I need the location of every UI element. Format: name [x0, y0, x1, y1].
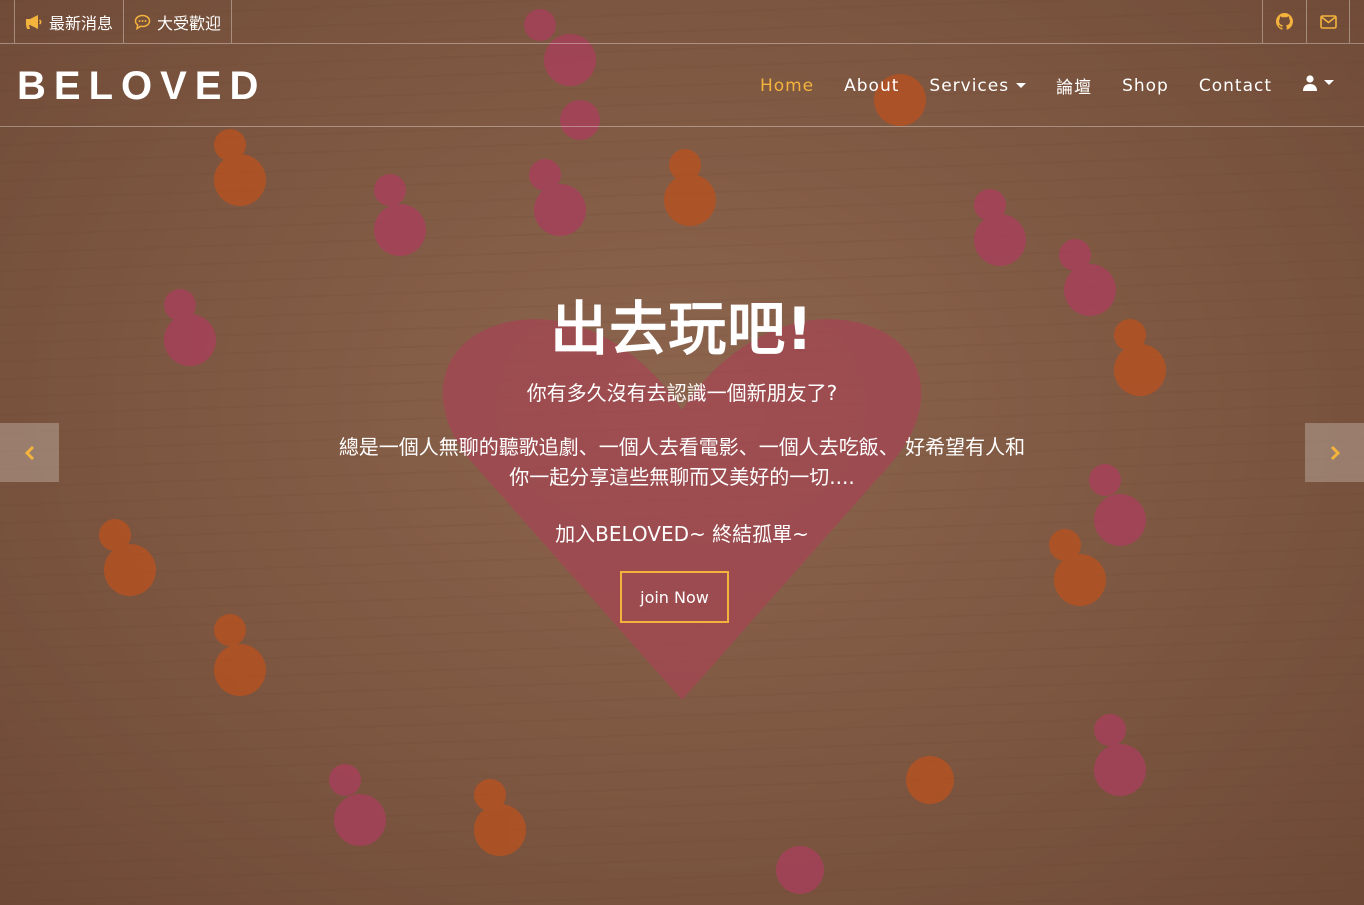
top-bar-left: 最新消息 大受歡迎 [14, 0, 233, 43]
chevron-left-icon [24, 445, 36, 461]
main-navbar: BELOVED Home About Services 論壇 Shop Cont… [0, 44, 1364, 127]
hero-tagline: 加入BELOVED~ 終結孤單~ [555, 522, 809, 546]
nav-home[interactable]: Home [760, 76, 814, 96]
nav-forum-label: 論壇 [1056, 78, 1093, 98]
carousel-prev-button[interactable] [0, 423, 59, 482]
mail-button[interactable] [1306, 0, 1350, 43]
chevron-right-icon [1329, 445, 1341, 461]
nav-contact-label: Contact [1198, 75, 1272, 96]
carousel-next-button[interactable] [1305, 423, 1364, 482]
hero-title: 出去玩吧! [550, 295, 814, 363]
latest-news-label: 最新消息 [49, 13, 114, 33]
top-bar-right [1262, 0, 1350, 43]
nav-menu: Home About Services 論壇 Shop Contact [745, 73, 1334, 98]
github-icon [1276, 13, 1293, 30]
top-bar: 最新消息 大受歡迎 [0, 0, 1364, 44]
nav-about-label: About [844, 75, 900, 96]
nav-shop-label: Shop [1122, 75, 1169, 96]
hero-description: 總是一個人無聊的聽歌追劇、一個人去看電影、一個人去吃飯、 好希望有人和你一起分享… [338, 435, 1026, 489]
github-button[interactable] [1262, 0, 1306, 43]
nav-shop[interactable]: Shop [1122, 76, 1169, 96]
megaphone-icon [25, 14, 43, 30]
brand-logo[interactable]: BELOVED [17, 64, 266, 109]
envelope-icon [1319, 14, 1337, 29]
hero-question: 你有多久沒有去認識一個新朋友了? [526, 381, 838, 405]
nav-home-label: Home [759, 75, 815, 96]
nav-services-dropdown[interactable]: Services [929, 75, 1027, 96]
caret-down-icon [1324, 80, 1334, 85]
popular-label: 大受歡迎 [157, 13, 222, 33]
chat-bubble-icon [134, 14, 151, 30]
nav-services-label: Services [929, 75, 1010, 96]
latest-news-link[interactable]: 最新消息 [14, 0, 123, 43]
nav-about[interactable]: About [844, 76, 899, 96]
nav-forum[interactable]: 論壇 [1056, 73, 1092, 98]
nav-contact[interactable]: Contact [1199, 76, 1272, 96]
join-now-button[interactable]: join Now [620, 571, 729, 623]
user-icon [1303, 74, 1317, 91]
user-menu-dropdown[interactable] [1303, 74, 1334, 91]
popular-link[interactable]: 大受歡迎 [123, 0, 233, 43]
caret-down-icon [1016, 83, 1027, 88]
hero-section: 出去玩吧! 你有多久沒有去認識一個新朋友了? 總是一個人無聊的聽歌追劇、一個人去… [0, 127, 1364, 905]
